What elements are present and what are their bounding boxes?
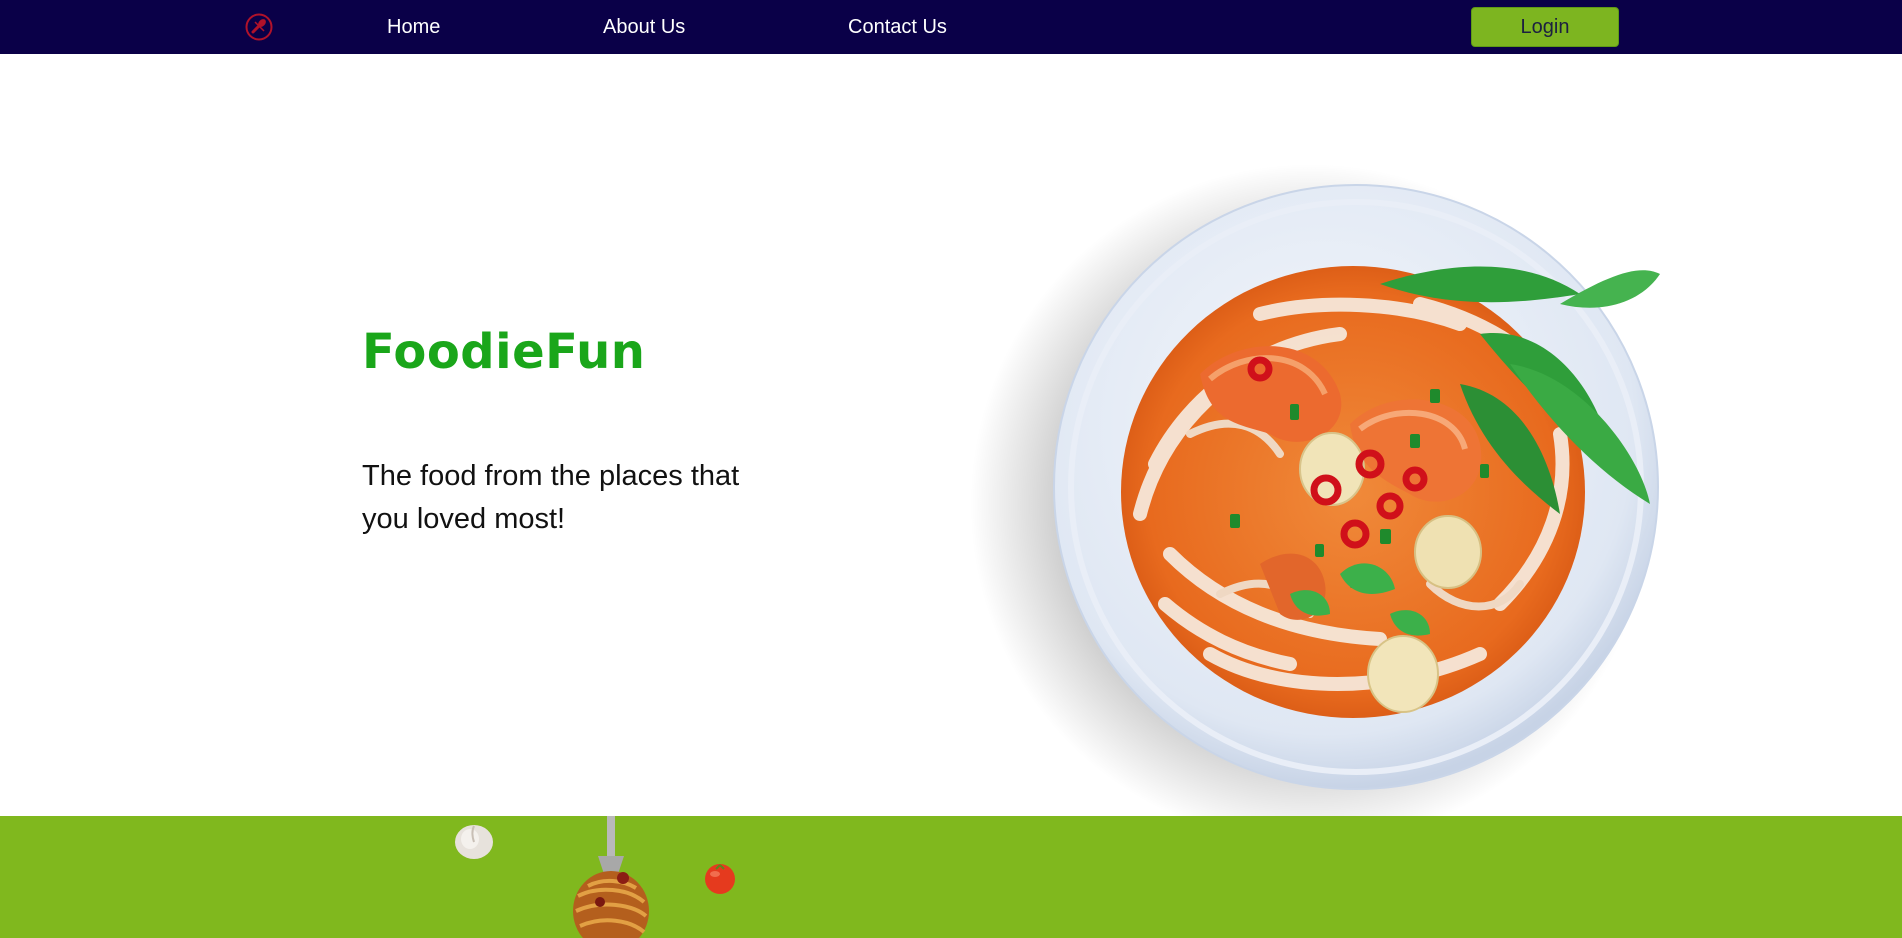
- login-button[interactable]: Login: [1471, 7, 1619, 47]
- tomato-icon: [702, 860, 738, 901]
- hero-tagline: The food from the places that you loved …: [362, 460, 740, 535]
- food-logo-icon[interactable]: [244, 12, 274, 42]
- footer-band: [0, 816, 1902, 938]
- nav-contact-link[interactable]: Contact Us: [848, 14, 947, 40]
- spaghetti-fork-icon: [548, 816, 658, 938]
- hero-section: FoodieFun The food from the places that …: [0, 54, 1902, 844]
- noodle-soup-bowl-image: [960, 134, 1720, 854]
- garlic-icon: [450, 816, 498, 869]
- nav-about-link[interactable]: About Us: [603, 14, 685, 40]
- brand-title: FoodieFun: [362, 324, 646, 380]
- top-navbar: Home About Us Contact Us Login: [0, 0, 1902, 54]
- nav-home-link[interactable]: Home: [387, 14, 440, 40]
